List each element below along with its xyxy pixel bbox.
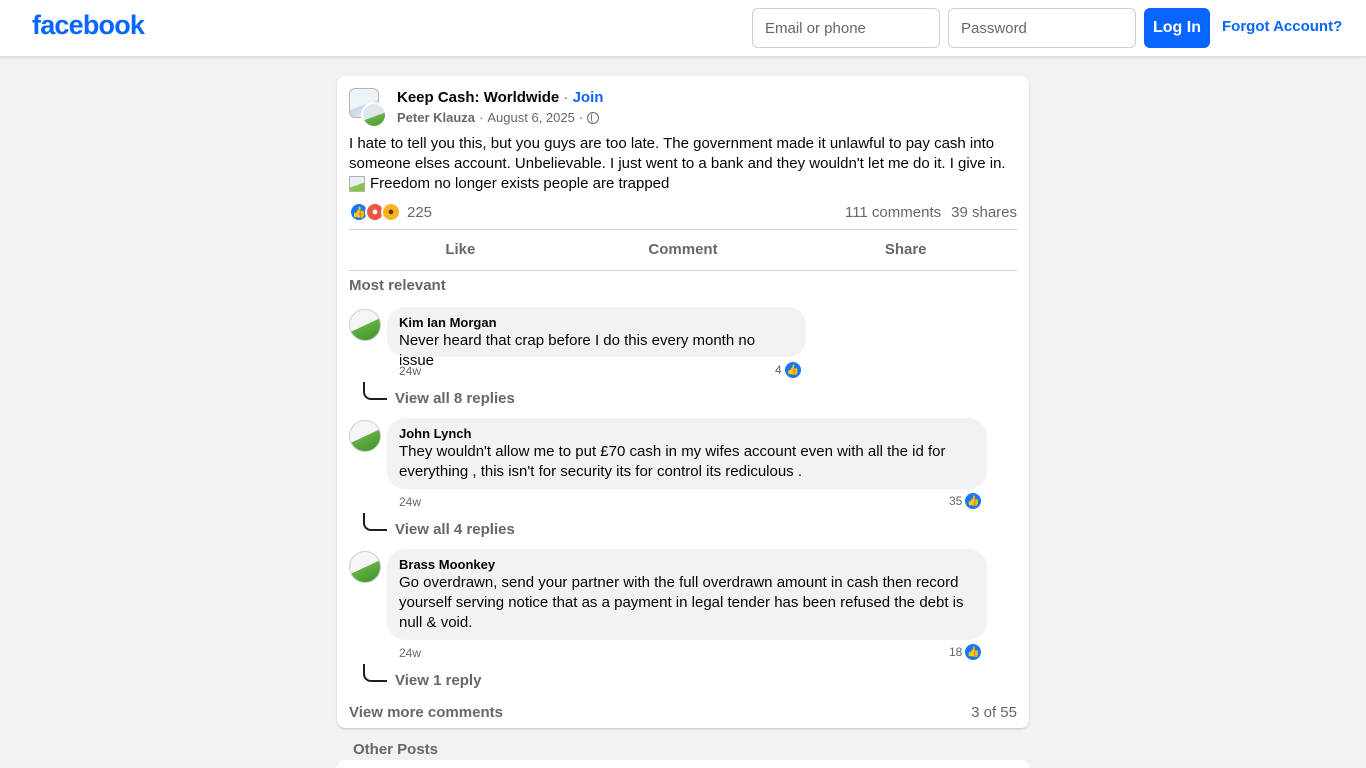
wow-reaction-icon: ● bbox=[381, 202, 401, 222]
comment-time[interactable]: 24w bbox=[399, 646, 421, 660]
comment-time[interactable]: 24w bbox=[399, 364, 421, 378]
next-post-card bbox=[337, 760, 1029, 768]
view-replies-link[interactable]: View 1 reply bbox=[395, 672, 481, 689]
thumbs-up-icon: 👍 bbox=[783, 361, 802, 379]
comment-text: They wouldn't allow me to put £70 cash i… bbox=[399, 443, 946, 480]
post-action-bar: Like Comment Share bbox=[349, 229, 1017, 271]
group-name-link[interactable]: Keep Cash: Worldwide bbox=[397, 89, 559, 106]
comment-likes[interactable]: 4 👍 bbox=[775, 361, 802, 379]
group-title: Keep Cash: Worldwide · Join bbox=[397, 89, 603, 106]
login-button[interactable]: Log In bbox=[1144, 8, 1210, 48]
comment-like-count: 35 bbox=[949, 494, 963, 508]
comment-text: Never heard that crap before I do this e… bbox=[399, 332, 756, 369]
post-date-link[interactable]: August 6, 2025 bbox=[487, 110, 574, 125]
thumbs-up-icon: 👍 bbox=[964, 492, 983, 510]
view-more-comments-link[interactable]: View more comments bbox=[349, 704, 503, 721]
group-avatar[interactable] bbox=[349, 88, 387, 128]
reactions-summary[interactable]: 👍 ● ● 225 bbox=[349, 202, 432, 222]
view-replies-link[interactable]: View all 4 replies bbox=[395, 521, 515, 538]
like-button[interactable]: Like bbox=[349, 230, 572, 270]
other-posts-heading: Other Posts bbox=[353, 741, 439, 758]
comment-time[interactable]: 24w bbox=[399, 495, 421, 509]
email-field[interactable] bbox=[752, 8, 940, 48]
broken-image-icon[interactable] bbox=[349, 176, 365, 192]
join-group-link[interactable]: Join bbox=[573, 89, 604, 106]
shares-count-link[interactable]: 39 shares bbox=[951, 204, 1017, 221]
commenter-name[interactable]: Brass Moonkey bbox=[399, 557, 975, 573]
commenter-avatar[interactable] bbox=[349, 420, 381, 452]
post-card: Keep Cash: Worldwide · Join Peter Klauza… bbox=[337, 76, 1029, 728]
comment-text: Go overdrawn, send your partner with the… bbox=[399, 574, 964, 631]
view-replies-link[interactable]: View all 8 replies bbox=[395, 390, 515, 407]
comment-like-count: 18 bbox=[949, 645, 963, 659]
comment-sort-dropdown[interactable]: Most relevant bbox=[349, 277, 446, 294]
title-separator: · bbox=[563, 89, 569, 106]
commenter-name[interactable]: Kim Ian Morgan bbox=[399, 315, 794, 331]
post-body-text: I hate to tell you this, but you guys ar… bbox=[349, 135, 1006, 172]
reaction-count: 225 bbox=[407, 203, 433, 221]
comment-bubble: Kim Ian Morgan Never heard that crap bef… bbox=[387, 307, 806, 369]
meta-separator: · bbox=[479, 110, 484, 125]
author-avatar[interactable] bbox=[361, 102, 387, 128]
comments-page-count: 3 of 55 bbox=[971, 704, 1017, 721]
comment-bubble: Brass Moonkey Go overdrawn, send your pa… bbox=[387, 549, 987, 640]
comment-likes[interactable]: 18 👍 bbox=[949, 643, 983, 661]
reply-thread-connector bbox=[363, 664, 387, 682]
comment-likes[interactable]: 35 👍 bbox=[949, 492, 983, 510]
post-image-row: Freedom no longer exists people are trap… bbox=[349, 174, 669, 194]
image-caption: Freedom no longer exists people are trap… bbox=[370, 175, 670, 192]
meta-separator-2: · bbox=[578, 110, 584, 125]
globe-icon bbox=[587, 111, 600, 124]
reply-thread-connector bbox=[363, 513, 387, 531]
author-name-link[interactable]: Peter Klauza bbox=[397, 110, 475, 125]
share-button[interactable]: Share bbox=[794, 230, 1017, 270]
forgot-account-link[interactable]: Forgot Account? bbox=[1222, 18, 1342, 35]
reply-thread-connector bbox=[363, 382, 387, 400]
commenter-avatar[interactable] bbox=[349, 309, 381, 341]
post-stats: 111 comments 39 shares bbox=[845, 204, 1017, 221]
comment-button[interactable]: Comment bbox=[572, 230, 795, 270]
comment-like-count: 4 bbox=[775, 363, 782, 377]
password-field[interactable] bbox=[948, 8, 1136, 48]
top-navigation-bar: facebook Log In Forgot Account? bbox=[0, 0, 1366, 57]
comment-bubble: John Lynch They wouldn't allow me to put… bbox=[387, 418, 987, 489]
thumbs-up-icon: 👍 bbox=[964, 643, 983, 661]
commenter-name[interactable]: John Lynch bbox=[399, 426, 975, 442]
facebook-logo[interactable]: facebook bbox=[32, 10, 145, 41]
post-meta: Peter Klauza · August 6, 2025 · bbox=[397, 110, 600, 125]
comments-count-link[interactable]: 111 comments bbox=[845, 204, 941, 221]
commenter-avatar[interactable] bbox=[349, 551, 381, 583]
